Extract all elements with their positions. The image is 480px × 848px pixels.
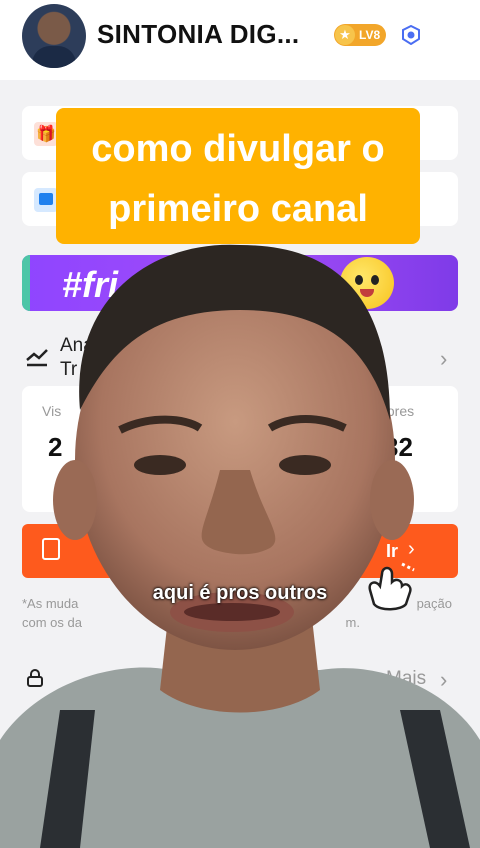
channel-name[interactable]: SINTONIA DIG...: [97, 19, 299, 50]
avatar[interactable]: [22, 4, 86, 68]
caption-line-2: primeiro canal: [108, 188, 368, 230]
video-icon: [34, 188, 58, 212]
presenter-video: [0, 244, 480, 848]
level-label: LV8: [359, 28, 381, 42]
shield-icon[interactable]: [401, 25, 421, 45]
pointing-hand-icon: [368, 562, 415, 611]
level-badge[interactable]: ★ LV8: [334, 24, 386, 46]
caption-line-1: como divulgar o: [91, 128, 385, 170]
star-icon: ★: [335, 25, 355, 45]
gift-icon: 🎁: [34, 122, 58, 146]
